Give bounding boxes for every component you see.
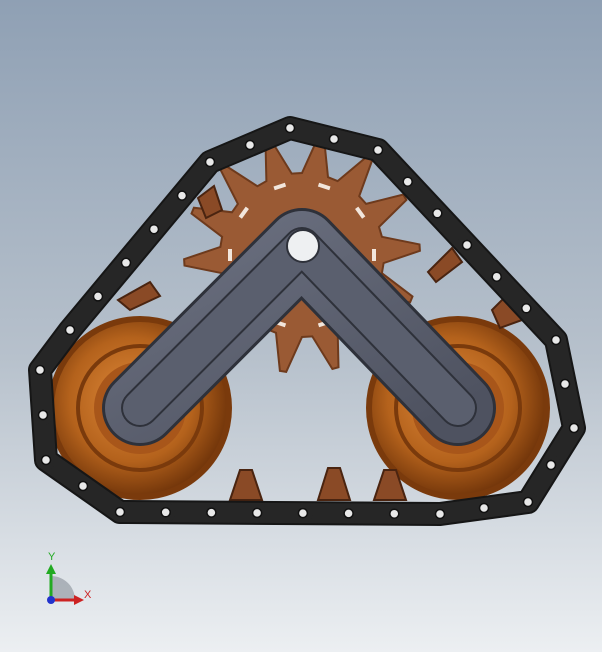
chain-pin [92,291,104,302]
chain-pin [478,502,490,514]
x-axis-label: X [84,589,92,601]
chain-pin [372,144,384,156]
chain-pin [522,496,534,508]
chain-pin [432,208,443,219]
chain-pin [343,508,354,519]
chain-pin [491,271,502,282]
chain-pin [160,507,171,518]
chain-pin [34,364,46,376]
chain-pin [434,508,446,520]
chain-pin [559,378,571,390]
chain-pin [77,480,89,492]
chain-pin [114,506,126,518]
chain-pin [120,257,132,269]
x-axis-arrow-head [74,595,84,605]
sprocket-slot [372,249,376,261]
chain-pin [389,508,400,519]
sprocket-slot [228,249,232,261]
orientation-triad[interactable]: Y X [36,552,100,612]
y-axis-arrow-head [46,564,56,574]
chain-pin [521,303,532,314]
chain-pin [461,239,473,251]
chain-pin [402,176,413,187]
chain-pin [204,156,216,168]
y-axis-label: Y [48,551,56,563]
pivot-hole[interactable] [286,229,320,263]
chain-pin [40,454,52,466]
chain-pin [244,139,256,151]
chain-pin [148,223,160,235]
chain-pin [328,133,340,145]
graphics-viewport[interactable]: Y X [0,0,602,652]
chain-pin [251,507,263,519]
chain-pin [545,459,557,471]
triad-quadrant [51,576,75,600]
z-axis-dot [47,596,55,604]
chain-pin [64,324,76,336]
chain-pin [284,122,296,134]
chain-pin [206,507,217,518]
chain-pin [37,409,49,421]
chain-pin [297,507,309,519]
chain-pin [550,334,562,346]
chain-pin [568,422,580,434]
chain-pin [176,190,188,201]
